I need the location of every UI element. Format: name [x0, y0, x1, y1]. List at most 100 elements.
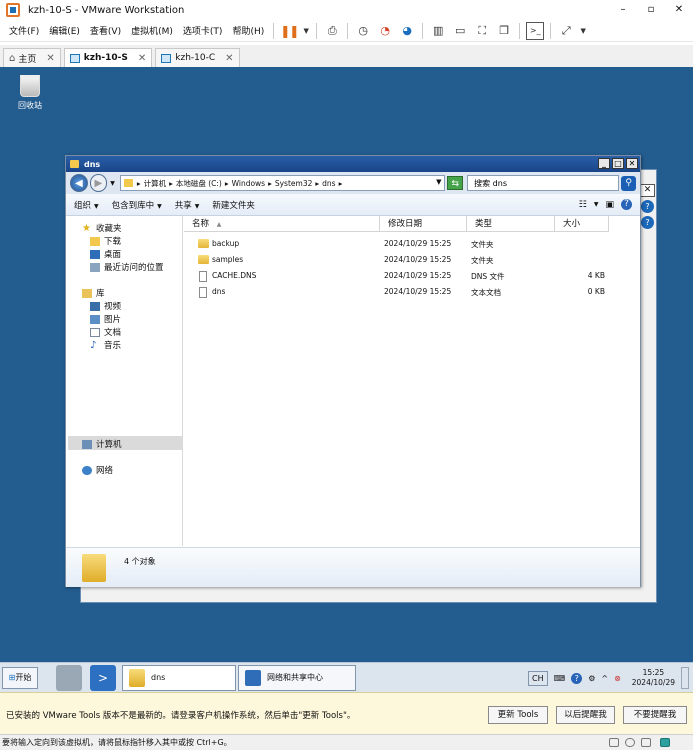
- nav-desktop[interactable]: 桌面: [90, 248, 121, 260]
- network-adapter-icon[interactable]: [641, 738, 651, 747]
- address-dropdown-icon[interactable]: ▼: [436, 178, 441, 186]
- recycle-bin[interactable]: 回收站: [14, 75, 46, 111]
- cd-drive-icon[interactable]: [625, 738, 635, 747]
- nav-videos[interactable]: 视频: [90, 300, 121, 312]
- explorer-minimize-button[interactable]: _: [598, 158, 610, 169]
- explorer-close-button[interactable]: ✕: [626, 158, 638, 169]
- column-type[interactable]: 类型: [467, 216, 555, 232]
- keyboard-icon[interactable]: ⌨: [554, 674, 566, 683]
- file-row-cache-dns[interactable]: CACHE.DNS 2024/10/29 15:25 DNS 文件 4 KB: [184, 269, 640, 283]
- menu-vm[interactable]: 虚拟机(M): [126, 24, 178, 37]
- nav-music[interactable]: ♪ 音乐: [90, 339, 121, 351]
- breadcrumb-drive[interactable]: 本地磁盘 (C:): [176, 178, 222, 189]
- guest-desktop[interactable]: 回收站 ✕ ? ? dns _ □ ✕ ◀ ▶ ▼ ▸ 计算机 ▸ 本地磁盘 (…: [0, 67, 693, 662]
- start-button[interactable]: ⊞开始: [2, 667, 38, 689]
- nav-libraries[interactable]: 库: [82, 287, 105, 299]
- show-hidden-icons[interactable]: ^: [601, 674, 608, 683]
- unity-icon[interactable]: ❐: [495, 22, 513, 40]
- breadcrumb-computer[interactable]: 计算机: [144, 178, 167, 189]
- column-size[interactable]: 大小: [555, 216, 609, 232]
- tray-options-icon[interactable]: ⚙: [588, 674, 595, 683]
- console-view-icon[interactable]: ▭: [451, 22, 469, 40]
- nav-favorites[interactable]: ★ 收藏夹: [82, 222, 122, 234]
- language-indicator[interactable]: CH: [528, 670, 548, 686]
- taskbar-dns-window[interactable]: dns: [122, 665, 236, 691]
- address-bar[interactable]: ▸ 计算机 ▸ 本地磁盘 (C:) ▸ Windows ▸ System32 ▸…: [119, 175, 446, 191]
- file-row-dns[interactable]: dns 2024/10/29 15:25 文本文档 0 KB: [184, 285, 640, 299]
- explorer-titlebar[interactable]: dns _ □ ✕: [66, 156, 640, 172]
- background-help-icon[interactable]: ?: [641, 200, 654, 213]
- library-view-icon[interactable]: ▥: [429, 22, 447, 40]
- nav-downloads[interactable]: 下载: [90, 235, 121, 247]
- remind-later-button[interactable]: 以后提醒我: [556, 706, 615, 724]
- organize-button[interactable]: 组织 ▼: [74, 199, 99, 211]
- tab-kzh-10-s[interactable]: kzh-10-S ✕: [63, 48, 153, 67]
- menu-edit[interactable]: 编辑(E): [44, 24, 85, 37]
- file-row-samples[interactable]: samples 2024/10/29 15:25 文件夹: [184, 253, 640, 267]
- clock[interactable]: 15:25 2024/10/29: [632, 668, 675, 688]
- network-status-icon[interactable]: ⊗: [614, 674, 621, 683]
- vmware-menubar: 文件(F) 编辑(E) 查看(V) 虚拟机(M) 选项卡(T) 帮助(H) ❚❚…: [0, 20, 693, 42]
- history-dropdown-icon[interactable]: ▼: [110, 180, 115, 187]
- revert-snapshot-icon[interactable]: ◔: [376, 22, 394, 40]
- include-in-library-button[interactable]: 包含到库中 ▼: [112, 199, 162, 211]
- new-folder-button[interactable]: 新建文件夹: [212, 199, 255, 211]
- back-button[interactable]: ◀: [70, 174, 88, 192]
- view-dropdown-icon[interactable]: ▼: [594, 201, 599, 208]
- explorer-maximize-button[interactable]: □: [612, 158, 624, 169]
- background-help-icon-2[interactable]: ?: [641, 216, 654, 229]
- background-close-icon[interactable]: ✕: [640, 184, 655, 197]
- tab-kzh-10-c[interactable]: kzh-10-C ✕: [155, 48, 240, 67]
- close-tab-icon[interactable]: ✕: [225, 53, 233, 64]
- column-name[interactable]: 名称 ▲: [184, 216, 380, 232]
- taskbar-network-center[interactable]: 网络和共享中心: [238, 665, 356, 691]
- update-tools-button[interactable]: 更新 Tools: [488, 706, 548, 724]
- nav-network[interactable]: 网络: [82, 464, 113, 476]
- minimize-button[interactable]: –: [612, 0, 634, 20]
- forward-button[interactable]: ▶: [89, 174, 108, 192]
- show-desktop-button[interactable]: [681, 667, 689, 689]
- close-tab-icon[interactable]: ✕: [138, 53, 146, 64]
- view-options-icon[interactable]: ☷: [579, 200, 587, 210]
- close-button[interactable]: ✕: [668, 0, 690, 20]
- pause-icon[interactable]: ❚❚: [280, 22, 299, 40]
- tab-home[interactable]: ⌂ 主页 ✕: [3, 48, 61, 67]
- breadcrumb-dns[interactable]: dns: [322, 179, 335, 188]
- nav-computer[interactable]: 计算机: [82, 438, 122, 450]
- maximize-button[interactable]: ▫: [640, 0, 662, 20]
- snapshot-icon[interactable]: ◷: [354, 22, 372, 40]
- tray-help-icon[interactable]: ?: [571, 672, 583, 684]
- display-icon[interactable]: [660, 738, 670, 747]
- stretch-icon[interactable]: ⤢: [557, 22, 575, 40]
- share-button[interactable]: 共享 ▼: [175, 199, 200, 211]
- snapshot-manager-icon[interactable]: ◕: [398, 22, 416, 40]
- send-keys-icon[interactable]: ⎙: [323, 22, 341, 40]
- breadcrumb-windows[interactable]: Windows: [232, 179, 265, 188]
- vmware-tabbar: ⌂ 主页 ✕ kzh-10-S ✕ kzh-10-C ✕: [0, 45, 693, 67]
- menu-help[interactable]: 帮助(H): [227, 24, 269, 37]
- nav-recent[interactable]: 最近访问的位置: [90, 261, 164, 273]
- preview-pane-icon[interactable]: ▣: [605, 200, 614, 210]
- menu-tabs[interactable]: 选项卡(T): [178, 24, 228, 37]
- breadcrumb-system32[interactable]: System32: [275, 179, 313, 188]
- search-input[interactable]: [467, 175, 620, 191]
- menu-file[interactable]: 文件(F): [4, 24, 44, 37]
- search-icon[interactable]: ⚲: [621, 175, 636, 191]
- fullscreen-icon[interactable]: ⛶: [473, 22, 491, 40]
- hard-disk-icon[interactable]: [609, 738, 619, 747]
- refresh-icon[interactable]: ⇆: [447, 176, 464, 190]
- explorer-window[interactable]: dns _ □ ✕ ◀ ▶ ▼ ▸ 计算机 ▸ 本地磁盘 (C:) ▸ Wind…: [65, 155, 641, 587]
- pause-dropdown-icon[interactable]: ▼: [302, 22, 310, 40]
- nav-documents[interactable]: 文档: [90, 326, 121, 338]
- column-date[interactable]: 修改日期: [380, 216, 467, 232]
- menu-view[interactable]: 查看(V): [85, 24, 126, 37]
- never-remind-button[interactable]: 不要提醒我: [623, 706, 687, 724]
- help-icon[interactable]: ?: [621, 199, 632, 210]
- stretch-dropdown-icon[interactable]: ▼: [579, 22, 587, 40]
- server-manager-icon[interactable]: [56, 665, 82, 691]
- terminal-icon[interactable]: >_: [526, 21, 545, 40]
- nav-pictures[interactable]: 图片: [90, 313, 121, 325]
- file-row-backup[interactable]: backup 2024/10/29 15:25 文件夹: [184, 237, 640, 251]
- close-tab-icon[interactable]: ✕: [46, 53, 54, 64]
- powershell-icon[interactable]: >: [90, 665, 116, 691]
